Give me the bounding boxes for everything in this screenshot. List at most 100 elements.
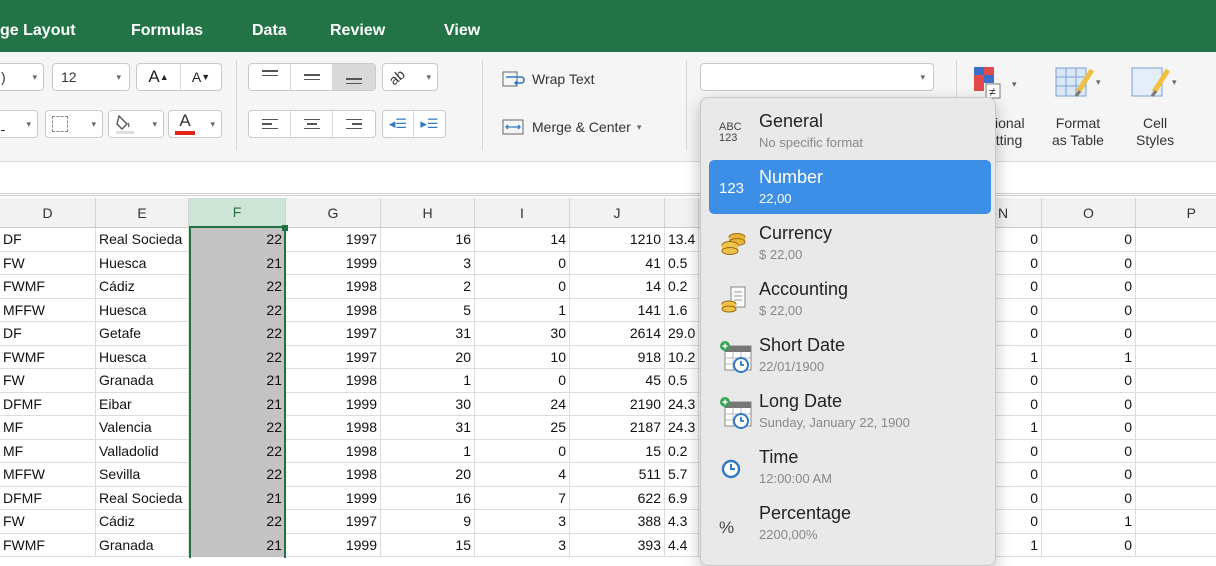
table-cell[interactable]: FWMF bbox=[0, 533, 96, 557]
format-option-accounting[interactable]: Accounting $ 22,00 bbox=[709, 272, 991, 326]
table-cell[interactable]: 0 bbox=[475, 439, 570, 463]
table-cell[interactable]: 4 bbox=[475, 463, 570, 487]
increase-font-size-button[interactable]: A ▲ bbox=[137, 64, 181, 90]
table-cell[interactable]: Valencia bbox=[96, 416, 189, 440]
table-cell[interactable] bbox=[1136, 463, 1216, 487]
table-cell[interactable]: Real Socieda bbox=[96, 486, 189, 510]
table-cell[interactable]: 14 bbox=[475, 228, 570, 252]
align-center-button[interactable] bbox=[291, 111, 333, 137]
table-cell[interactable]: 24.3 bbox=[665, 416, 699, 440]
table-cell[interactable]: 7 bbox=[475, 486, 570, 510]
table-cell[interactable]: 22 bbox=[189, 322, 286, 346]
table-cell[interactable]: 393 bbox=[570, 533, 665, 557]
table-cell[interactable]: MF bbox=[0, 439, 96, 463]
table-cell[interactable]: 0 bbox=[996, 510, 1042, 534]
tab-formulas[interactable]: Formulas bbox=[131, 22, 203, 40]
table-cell[interactable]: 0 bbox=[996, 439, 1042, 463]
table-cell[interactable]: DF bbox=[0, 228, 96, 252]
table-cell[interactable]: 0 bbox=[1042, 228, 1136, 252]
table-cell[interactable]: Sevilla bbox=[96, 463, 189, 487]
table-cell[interactable]: 45 bbox=[570, 369, 665, 393]
table-cell[interactable]: 13.4 bbox=[665, 228, 699, 252]
table-cell[interactable]: 15 bbox=[381, 533, 475, 557]
table-cell[interactable] bbox=[1136, 322, 1216, 346]
table-cell[interactable]: 22 bbox=[189, 275, 286, 299]
column-header-selected[interactable]: F bbox=[189, 198, 286, 228]
table-cell[interactable] bbox=[1136, 510, 1216, 534]
table-cell[interactable] bbox=[1136, 416, 1216, 440]
table-cell[interactable]: 1 bbox=[381, 369, 475, 393]
table-cell[interactable]: 0 bbox=[996, 298, 1042, 322]
table-cell[interactable]: FWMF bbox=[0, 275, 96, 299]
format-option-time[interactable]: Time 12:00:00 AM bbox=[709, 440, 991, 494]
table-cell[interactable]: 1997 bbox=[286, 345, 381, 369]
table-cell[interactable]: 0 bbox=[1042, 416, 1136, 440]
table-cell[interactable]: 0 bbox=[996, 322, 1042, 346]
align-top-button[interactable] bbox=[249, 64, 291, 90]
table-cell[interactable] bbox=[1136, 275, 1216, 299]
table-cell[interactable]: 1998 bbox=[286, 298, 381, 322]
column-header[interactable]: D bbox=[0, 198, 96, 228]
table-cell[interactable]: 1999 bbox=[286, 533, 381, 557]
table-cell[interactable]: 16 bbox=[381, 228, 475, 252]
format-option-percentage[interactable]: % Percentage 2200,00% bbox=[709, 496, 991, 550]
table-cell[interactable]: Huesca bbox=[96, 251, 189, 275]
table-cell[interactable]: 0 bbox=[1042, 251, 1136, 275]
table-cell[interactable]: Eibar bbox=[96, 392, 189, 416]
column-header[interactable]: H bbox=[381, 198, 475, 228]
table-cell[interactable]: Granada bbox=[96, 533, 189, 557]
table-cell[interactable]: 14 bbox=[570, 275, 665, 299]
table-cell[interactable]: 0 bbox=[1042, 463, 1136, 487]
table-cell[interactable]: DFMF bbox=[0, 486, 96, 510]
table-cell[interactable]: 1 bbox=[996, 345, 1042, 369]
table-cell[interactable]: 29.0 bbox=[665, 322, 699, 346]
table-cell[interactable]: 1998 bbox=[286, 463, 381, 487]
table-cell[interactable]: 30 bbox=[381, 392, 475, 416]
borders-dropdown[interactable]: ▾ bbox=[45, 110, 103, 138]
tab-view[interactable]: View bbox=[444, 22, 480, 40]
table-cell[interactable]: FW bbox=[0, 510, 96, 534]
table-cell[interactable]: 21 bbox=[189, 392, 286, 416]
table-cell[interactable]: 5.7 bbox=[665, 463, 699, 487]
table-cell[interactable]: 0 bbox=[1042, 275, 1136, 299]
table-cell[interactable]: 1998 bbox=[286, 439, 381, 463]
format-option-short-date[interactable]: Short Date 22/01/1900 bbox=[709, 328, 991, 382]
table-cell[interactable]: 0 bbox=[1042, 486, 1136, 510]
column-header[interactable]: G bbox=[286, 198, 381, 228]
table-cell[interactable]: 0 bbox=[475, 275, 570, 299]
table-cell[interactable]: Granada bbox=[96, 369, 189, 393]
table-cell[interactable]: 24 bbox=[475, 392, 570, 416]
table-cell[interactable]: 1998 bbox=[286, 275, 381, 299]
table-cell[interactable]: 15 bbox=[570, 439, 665, 463]
column-header[interactable]: J bbox=[570, 198, 665, 228]
table-cell[interactable]: Real Socieda bbox=[96, 228, 189, 252]
table-cell[interactable]: 31 bbox=[381, 322, 475, 346]
table-cell[interactable]: 21 bbox=[189, 533, 286, 557]
table-cell[interactable]: 2187 bbox=[570, 416, 665, 440]
table-cell[interactable]: 1.6 bbox=[665, 298, 699, 322]
table-cell[interactable]: 21 bbox=[189, 486, 286, 510]
table-cell[interactable]: 16 bbox=[381, 486, 475, 510]
table-cell[interactable]: 30 bbox=[475, 322, 570, 346]
format-option-currency[interactable]: Currency $ 22,00 bbox=[709, 216, 991, 270]
table-cell[interactable]: 4.3 bbox=[665, 510, 699, 534]
table-cell[interactable]: 1999 bbox=[286, 486, 381, 510]
table-cell[interactable]: 3 bbox=[475, 510, 570, 534]
cell-styles-button[interactable]: Cell Styles bbox=[1136, 115, 1174, 149]
table-cell[interactable]: 22 bbox=[189, 416, 286, 440]
table-cell[interactable]: 10 bbox=[475, 345, 570, 369]
table-cell[interactable]: 20 bbox=[381, 345, 475, 369]
table-cell[interactable] bbox=[1136, 534, 1216, 558]
table-cell[interactable]: 1999 bbox=[286, 392, 381, 416]
table-cell[interactable]: 0 bbox=[996, 463, 1042, 487]
column-header[interactable]: N bbox=[996, 198, 1042, 228]
table-cell[interactable]: 20 bbox=[381, 463, 475, 487]
table-cell[interactable]: 2190 bbox=[570, 392, 665, 416]
table-cell[interactable]: 0.2 bbox=[665, 275, 699, 299]
cell-styles-icon[interactable]: ▾ bbox=[1128, 62, 1177, 102]
table-cell[interactable]: 2614 bbox=[570, 322, 665, 346]
table-cell[interactable]: 141 bbox=[570, 298, 665, 322]
table-cell[interactable]: 1210 bbox=[570, 228, 665, 252]
table-cell[interactable]: 0 bbox=[1042, 322, 1136, 346]
table-cell[interactable]: 0.5 bbox=[665, 251, 699, 275]
